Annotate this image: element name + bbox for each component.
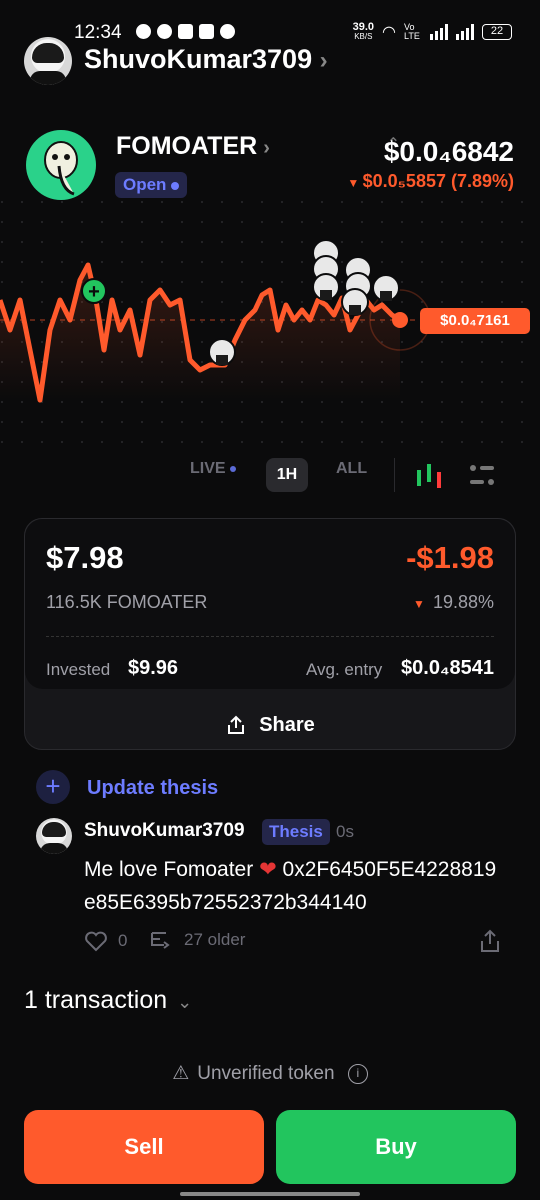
add-thesis-icon[interactable]: + — [36, 770, 70, 804]
share-icon[interactable] — [478, 928, 502, 954]
share-icon — [228, 715, 245, 734]
price-change-value: $0.0₅5857 (7.89%) — [362, 171, 514, 191]
heart-icon — [85, 931, 107, 952]
home-indicator[interactable] — [180, 1192, 360, 1196]
thesis-age: 0s — [336, 822, 354, 841]
thesis-badge: Thesis — [262, 819, 330, 845]
net-unit: KB/S — [354, 32, 373, 41]
token-price: $0.0₄6842 — [383, 136, 514, 167]
share-button[interactable]: Share — [24, 700, 516, 750]
net-speed: 39.0 — [352, 21, 375, 33]
thesis-author-avatar[interactable] — [36, 818, 72, 854]
signal-icon — [430, 24, 448, 40]
heart-emoji-icon: ❤ — [259, 858, 277, 881]
position-pnl: -$1.98 — [406, 540, 494, 575]
network-label: Vo LTE — [404, 22, 420, 41]
pnl-percent: ▼ 19.88% — [413, 592, 494, 613]
position-quantity: 116.5K FOMOATER — [46, 592, 208, 612]
avg-entry-label: Avg. entry — [306, 660, 383, 679]
token-name-link[interactable]: FOMOATER › — [116, 132, 270, 161]
older-thesis-link[interactable]: 27 older — [150, 930, 245, 950]
status-dot — [171, 181, 180, 190]
wifi-icon: ◠ — [382, 24, 396, 41]
history-icon — [151, 932, 170, 949]
signal2-icon — [456, 24, 474, 40]
username: ShuvoKumar3709 — [84, 44, 313, 74]
app-icon — [178, 24, 193, 39]
divider — [46, 636, 494, 637]
warning-icon: ⚠ — [172, 1063, 190, 1084]
youtube-icon — [199, 24, 214, 39]
current-price-tag: $0.0₄7161 — [420, 308, 530, 334]
down-triangle-icon: ▼ — [347, 176, 363, 190]
user-avatar[interactable] — [24, 37, 72, 85]
current-price-dot — [392, 312, 408, 328]
thesis-text: Me love Fomoater ❤ 0x2F6450F5E4228819e85… — [84, 853, 504, 919]
candlestick-icon[interactable] — [414, 460, 444, 492]
invested-label: Invested — [46, 660, 111, 679]
pnl-percent-value: 19.88% — [432, 592, 494, 612]
live-dot — [229, 465, 236, 472]
chevron-down-icon: ⌄ — [177, 992, 193, 1012]
telegram-icon — [157, 24, 172, 39]
token-logo — [26, 130, 96, 200]
share-label: Share — [259, 713, 315, 736]
battery-icon: 22 — [482, 24, 512, 40]
like-count: 0 — [118, 931, 128, 950]
older-count: 27 older — [184, 930, 246, 949]
discord-icon — [220, 24, 235, 39]
transactions-toggle[interactable]: 1 transaction ⌄ — [24, 986, 192, 1015]
whatsapp-icon — [136, 24, 151, 39]
token-name: FOMOATER — [116, 132, 258, 160]
price-change: ▼ $0.0₅5857 (7.89%) — [347, 171, 514, 192]
thesis-author[interactable]: ShuvoKumar3709 — [84, 820, 245, 842]
status-time: 12:34 — [74, 22, 122, 43]
tab-live[interactable]: LIVE — [190, 460, 236, 492]
tab-all[interactable]: ALL — [336, 460, 367, 492]
system-icons: 39.0 KB/S ◠ Vo LTE 22 — [353, 22, 512, 42]
notification-icons — [136, 24, 235, 39]
profile-link[interactable]: ShuvoKumar3709 › — [84, 44, 328, 75]
chevron-right-icon: › — [319, 47, 328, 74]
avg-entry-value: $0.0₄8541 — [401, 657, 494, 679]
position-value: $7.98 — [46, 540, 124, 575]
thesis-text-prefix: Me love Fomoater — [84, 858, 254, 881]
tab-1h[interactable]: 1H — [266, 458, 308, 492]
like-button[interactable]: 0 — [84, 930, 127, 952]
update-thesis-link[interactable]: Update thesis — [87, 777, 218, 800]
buy-button[interactable]: Buy — [276, 1110, 516, 1184]
status-badge: Open — [115, 172, 188, 198]
chart-settings-icon[interactable] — [468, 462, 496, 490]
svg-text:+: + — [88, 281, 100, 303]
chevron-right-icon: › — [263, 137, 270, 159]
tab-live-label: LIVE — [190, 460, 226, 477]
divider — [394, 458, 395, 492]
sell-button[interactable]: Sell — [24, 1110, 264, 1184]
transactions-label: 1 transaction — [24, 986, 168, 1014]
info-icon[interactable]: i — [347, 1063, 368, 1084]
unverified-label: Unverified token — [197, 1063, 335, 1084]
status-label: Open — [123, 175, 167, 194]
unverified-warning: ⚠ Unverified token i — [0, 1062, 540, 1085]
down-triangle-icon: ▼ — [413, 597, 425, 611]
invested-value: $9.96 — [128, 657, 179, 679]
